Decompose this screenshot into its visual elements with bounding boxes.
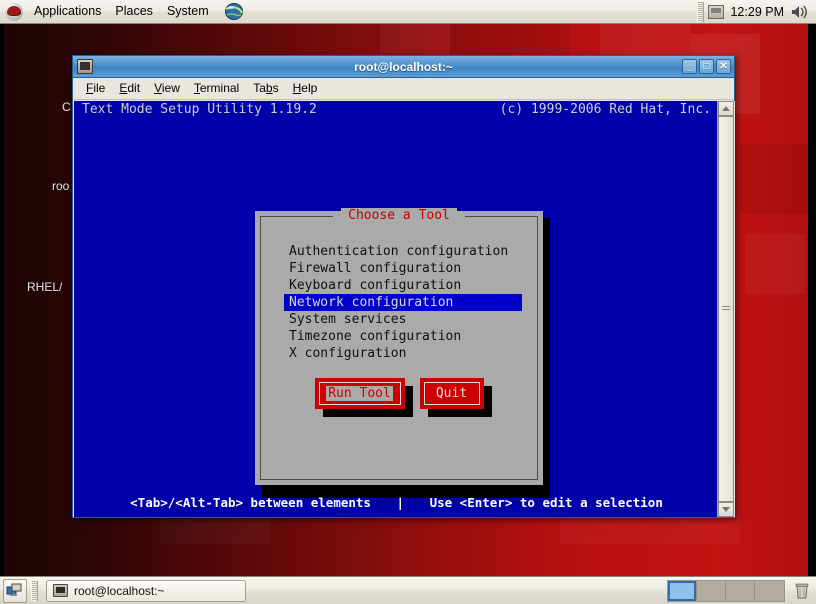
workspace-1[interactable] — [668, 580, 697, 601]
list-item[interactable]: System services — [284, 311, 528, 328]
clock[interactable]: 12:29 PM — [728, 5, 790, 19]
menu-system[interactable]: System — [160, 1, 216, 22]
tui-header-right: (c) 1999-2006 Red Hat, Inc. — [499, 102, 711, 117]
tui-footer: <Tab>/<Alt-Tab> between elements | Use <… — [74, 495, 719, 510]
close-button[interactable]: ✕ — [716, 59, 731, 74]
list-item[interactable]: Timezone configuration — [284, 328, 528, 345]
dialog-buttons: Run Tool Quit — [261, 378, 537, 417]
wallpaper-shape — [740, 144, 816, 214]
tui-footer-left: <Tab>/<Alt-Tab> between elements — [130, 495, 371, 510]
list-item-selected[interactable]: Network configuration — [284, 294, 522, 311]
quit-label: Quit — [435, 386, 468, 401]
dialog-title: Choose a Tool — [261, 208, 537, 223]
tui-screen[interactable]: Text Mode Setup Utility 1.19.2 (c) 1999-… — [74, 101, 719, 517]
screen: C roo RHEL/ Applications Places System 1… — [0, 0, 816, 604]
panel-separator — [697, 1, 705, 22]
bottom-panel: root@localhost:~ — [0, 576, 816, 604]
wallpaper-shape — [450, 24, 570, 54]
terminal-window[interactable]: root@localhost:~ _ □ ✕ File Edit View Te… — [72, 55, 735, 518]
menu-places[interactable]: Places — [108, 1, 160, 22]
top-panel: Applications Places System 12:29 PM — [0, 0, 816, 24]
dialog-title-text: Choose a Tool — [341, 208, 457, 223]
menu-view[interactable]: View — [147, 79, 187, 98]
desktop-icon-label: C — [62, 100, 71, 114]
scroll-down-button[interactable] — [718, 502, 734, 517]
menu-file[interactable]: File — [79, 79, 112, 98]
terminal-icon — [77, 59, 93, 74]
globe-browser-icon[interactable] — [224, 2, 244, 21]
terminal-scrollbar[interactable] — [717, 101, 734, 517]
chevron-up-icon — [722, 106, 730, 111]
scroll-up-button[interactable] — [718, 101, 734, 116]
tui-footer-right: Use <Enter> to edit a selection — [429, 495, 663, 510]
dialog-frame: Choose a Tool Authentication configurati… — [260, 208, 538, 480]
list-item[interactable]: Authentication configuration — [284, 243, 528, 260]
run-tool-label: Run Tool — [326, 386, 393, 401]
menu-applications[interactable]: Applications — [27, 1, 108, 22]
tui-header: Text Mode Setup Utility 1.19.2 (c) 1999-… — [74, 101, 719, 119]
tui-footer-separator: | — [396, 495, 405, 510]
list-item[interactable]: X configuration — [284, 345, 528, 362]
terminal-icon — [53, 584, 68, 597]
desktop-icon-label: RHEL/ — [27, 280, 63, 294]
panel-separator — [31, 580, 38, 601]
desktop-icon-label: roo — [52, 179, 70, 193]
workspace-3[interactable] — [726, 580, 755, 601]
workspace-4[interactable] — [755, 580, 784, 601]
wallpaper-shape — [745, 234, 805, 294]
display-applet-icon[interactable] — [708, 4, 725, 19]
menu-tabs[interactable]: Tabs — [246, 79, 285, 98]
tool-list[interactable]: Authentication configuration Firewall co… — [284, 243, 528, 362]
run-tool-button[interactable]: Run Tool — [314, 378, 405, 409]
show-desktop-icon[interactable] — [3, 578, 27, 603]
window-titlebar[interactable]: root@localhost:~ _ □ ✕ — [73, 56, 734, 78]
chevron-down-icon — [722, 507, 730, 512]
menu-terminal[interactable]: Terminal — [187, 79, 246, 98]
list-item[interactable]: Firewall configuration — [284, 260, 528, 277]
workspace-2[interactable] — [697, 580, 726, 601]
redhat-logo-icon[interactable] — [5, 2, 23, 21]
workspace-switcher[interactable] — [667, 579, 785, 602]
trash-icon[interactable] — [791, 580, 813, 602]
minimize-button[interactable]: _ — [682, 59, 697, 74]
taskbar-button-terminal[interactable]: root@localhost:~ — [46, 579, 246, 602]
terminal-body: Text Mode Setup Utility 1.19.2 (c) 1999-… — [74, 101, 735, 517]
menu-edit[interactable]: Edit — [112, 79, 147, 98]
tui-header-left: Text Mode Setup Utility 1.19.2 — [82, 102, 317, 117]
window-controls: _ □ ✕ — [682, 59, 734, 74]
quit-face: Quit — [423, 382, 480, 405]
choose-a-tool-dialog: Choose a Tool Authentication configurati… — [255, 208, 543, 485]
run-tool-face: Run Tool — [318, 382, 401, 405]
scrollbar-grip — [722, 306, 730, 312]
taskbar-button-label: root@localhost:~ — [74, 583, 165, 598]
scrollbar-thumb[interactable] — [718, 116, 734, 502]
screen-border-left — [0, 24, 4, 576]
terminal-menubar: File Edit View Terminal Tabs Help — [73, 78, 734, 100]
speaker-icon[interactable] — [790, 3, 810, 21]
window-title: root@localhost:~ — [354, 59, 453, 74]
quit-button[interactable]: Quit — [419, 378, 484, 409]
run-tool-button-wrap: Run Tool — [314, 378, 413, 417]
maximize-button[interactable]: □ — [699, 59, 714, 74]
quit-button-wrap: Quit — [419, 378, 492, 417]
menu-help[interactable]: Help — [286, 79, 325, 98]
screen-border-right — [808, 24, 816, 576]
list-item[interactable]: Keyboard configuration — [284, 277, 528, 294]
